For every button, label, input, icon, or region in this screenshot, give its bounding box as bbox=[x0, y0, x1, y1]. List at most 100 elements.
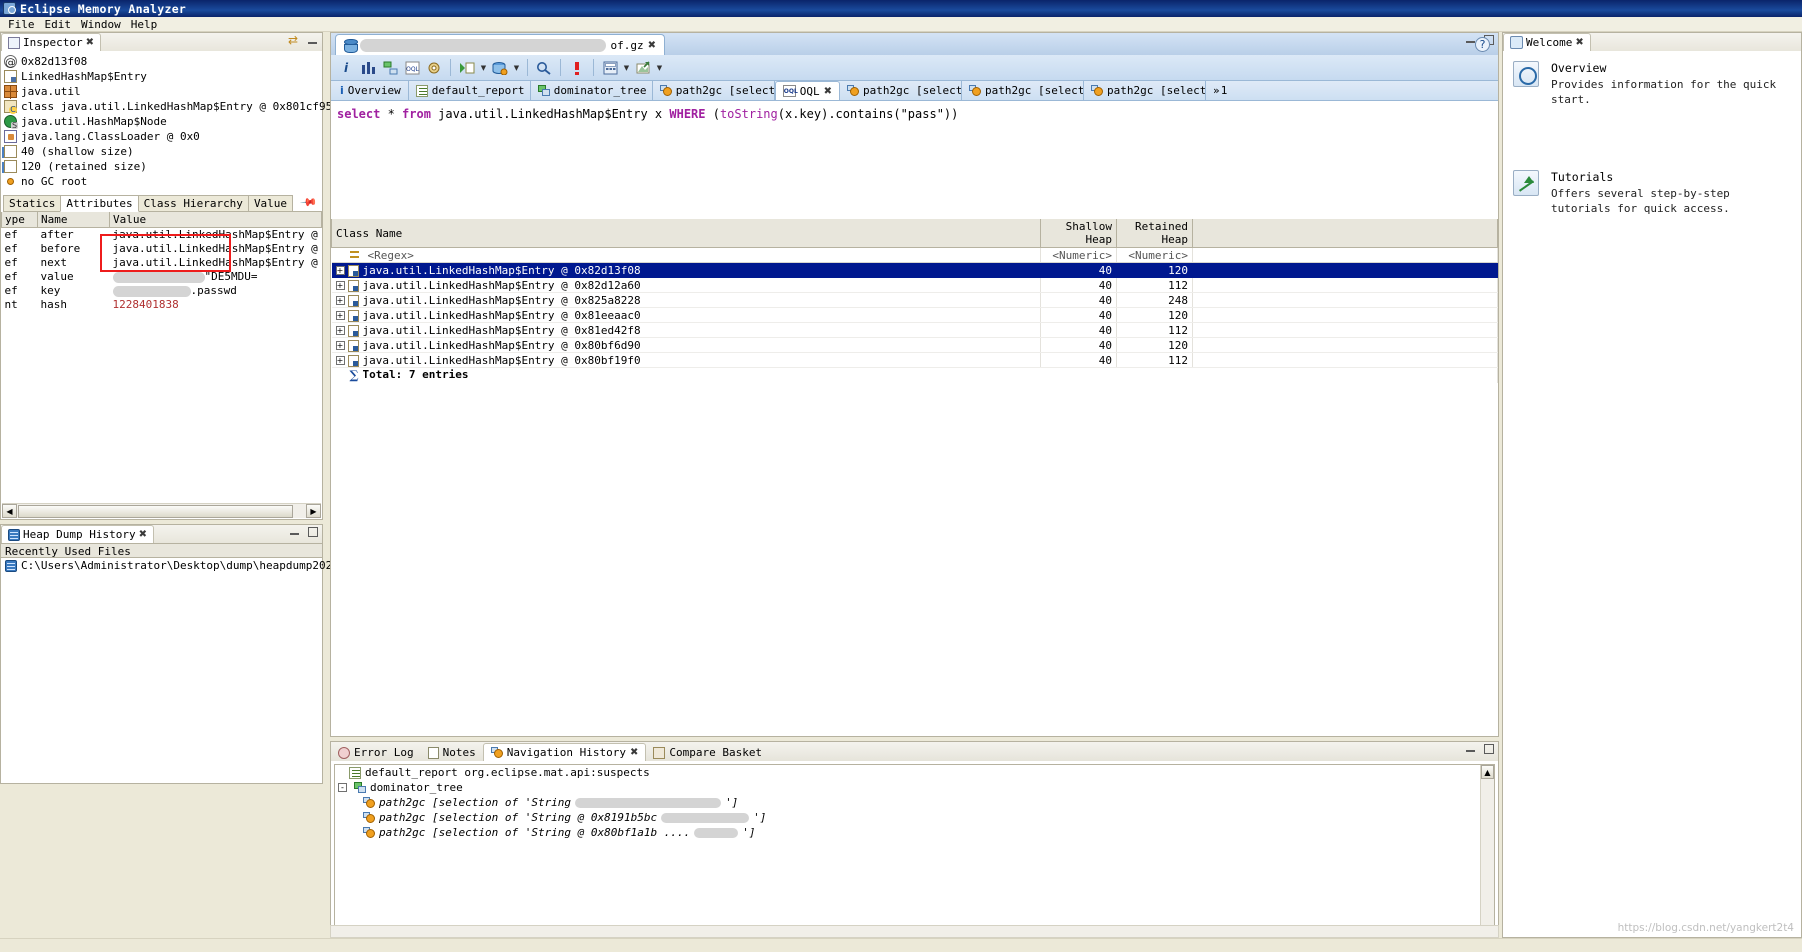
welcome-tab[interactable]: Welcome ✖ bbox=[1503, 33, 1591, 51]
tab-overflow[interactable]: » 1 bbox=[1206, 81, 1234, 100]
tree-item[interactable]: - dominator_tree bbox=[335, 780, 1494, 795]
leak-suspects-icon[interactable] bbox=[424, 58, 444, 78]
menu-window[interactable]: Window bbox=[79, 18, 129, 31]
help-icon[interactable]: ? bbox=[1475, 37, 1490, 52]
editor-tab[interactable]: of.gz ✖ bbox=[335, 34, 665, 55]
filter-retained[interactable]: <Numeric> bbox=[1116, 247, 1193, 263]
column-header-shallow-heap[interactable]: Shallow Heap bbox=[1040, 219, 1117, 248]
table-row[interactable]: nt hash 1228401838 bbox=[2, 298, 322, 312]
column-header-class-name[interactable]: Class Name bbox=[331, 219, 1041, 248]
histogram-icon[interactable] bbox=[358, 58, 378, 78]
list-item[interactable]: java.util.HashMap$Node bbox=[4, 114, 322, 129]
close-icon[interactable]: ✖ bbox=[824, 86, 832, 97]
maximize-icon[interactable] bbox=[308, 527, 318, 537]
chevron-down-icon[interactable]: ▼ bbox=[622, 64, 631, 72]
tab-navigation-history[interactable]: Navigation History ✖ bbox=[482, 743, 647, 761]
welcome-item-tutorials[interactable]: Tutorials Offers several step-by-step tu… bbox=[1503, 108, 1801, 217]
tab-oql[interactable]: OQL OQL ✖ bbox=[774, 81, 841, 100]
close-icon[interactable]: ✖ bbox=[86, 37, 94, 48]
filter-class-name[interactable]: <Regex> bbox=[331, 247, 1041, 263]
table-row[interactable]: ef key .passwd bbox=[2, 284, 322, 298]
error-icon[interactable] bbox=[567, 58, 587, 78]
tab-statics[interactable]: Statics bbox=[3, 195, 62, 211]
inspector-hscrollbar[interactable]: ◀ ▶ bbox=[2, 503, 321, 518]
filter-shallow[interactable]: <Numeric> bbox=[1040, 247, 1117, 263]
tree-item[interactable]: default_report org.eclipse.mat.api:suspe… bbox=[335, 765, 1494, 780]
tab-value[interactable]: Value bbox=[247, 195, 294, 211]
editor-bottom-scrollbar[interactable] bbox=[330, 925, 1499, 938]
chevron-down-icon[interactable]: ▼ bbox=[512, 64, 521, 72]
tab-path2gc-3[interactable]: path2gc [selecti... bbox=[962, 81, 1085, 100]
minimize-icon[interactable] bbox=[308, 36, 318, 46]
table-row[interactable]: + java.util.LinkedHashMap$Entry @ 0x80bf6… bbox=[331, 337, 1498, 353]
scroll-right-icon[interactable]: ▶ bbox=[306, 504, 321, 518]
expand-icon[interactable]: + bbox=[335, 281, 345, 290]
table-row[interactable]: ef after java.util.LinkedHashMap$Entry @… bbox=[2, 228, 322, 242]
chevron-down-icon[interactable]: ▼ bbox=[655, 64, 664, 72]
table-row[interactable]: + java.util.LinkedHashMap$Entry @ 0x81ed4… bbox=[331, 322, 1498, 338]
list-item[interactable]: @ 0x82d13f08 bbox=[4, 54, 322, 69]
tree-item[interactable]: path2gc [selection of 'String @ 0x80bf1a… bbox=[335, 825, 1494, 840]
expand-icon[interactable]: + bbox=[335, 296, 345, 305]
list-item[interactable]: class java.util.LinkedHashMap$Entry @ 0x… bbox=[4, 99, 339, 114]
tab-error-log[interactable]: Error Log bbox=[331, 744, 421, 761]
list-item[interactable]: LinkedHashMap$Entry bbox=[4, 69, 322, 84]
column-header-name[interactable]: Name bbox=[37, 212, 110, 228]
table-row[interactable]: + java.util.LinkedHashMap$Entry @ 0x80bf1… bbox=[331, 352, 1498, 368]
column-header-retained-heap[interactable]: Retained Heap bbox=[1116, 219, 1193, 248]
column-header-type[interactable]: ype bbox=[1, 212, 38, 228]
tree-item[interactable]: path2gc [selection of 'String @ 0x8191b5… bbox=[335, 810, 1494, 825]
list-item[interactable]: java.lang.ClassLoader @ 0x0 bbox=[4, 129, 322, 144]
maximize-icon[interactable] bbox=[1484, 744, 1494, 754]
close-icon[interactable]: ✖ bbox=[630, 747, 638, 758]
tab-path2gc-2[interactable]: path2gc [selecti... bbox=[840, 81, 963, 100]
table-row[interactable]: + java.util.LinkedHashMap$Entry @ 0x82d13… bbox=[331, 262, 1498, 278]
table-row[interactable]: + java.util.LinkedHashMap$Entry @ 0x81eea… bbox=[331, 307, 1498, 323]
oql-icon[interactable]: OQL bbox=[402, 58, 422, 78]
table-row[interactable]: ef next java.util.LinkedHashMap$Entry @ … bbox=[2, 256, 322, 270]
chevron-down-icon[interactable]: ▼ bbox=[479, 64, 488, 72]
dominator-tree-icon[interactable] bbox=[380, 58, 400, 78]
calculator-icon[interactable] bbox=[600, 58, 620, 78]
table-row[interactable]: + java.util.LinkedHashMap$Entry @ 0x825a8… bbox=[331, 292, 1498, 308]
menu-file[interactable]: File bbox=[6, 18, 43, 31]
scroll-up-icon[interactable]: ▲ bbox=[1481, 765, 1494, 779]
filter-row[interactable]: <Regex> <Numeric> <Numeric> bbox=[331, 247, 1498, 263]
table-row[interactable]: ef before java.util.LinkedHashMap$Entry … bbox=[2, 242, 322, 256]
overview-icon[interactable]: i bbox=[336, 58, 356, 78]
scroll-thumb[interactable] bbox=[18, 504, 293, 518]
tab-path2gc-1[interactable]: path2gc [selecti... bbox=[653, 81, 775, 100]
navigation-history-vscrollbar[interactable]: ▲ bbox=[1480, 765, 1494, 933]
expand-icon[interactable]: + bbox=[335, 311, 345, 320]
menu-edit[interactable]: Edit bbox=[43, 18, 80, 31]
scroll-left-icon[interactable]: ◀ bbox=[2, 504, 17, 518]
close-icon[interactable]: ✖ bbox=[648, 40, 656, 51]
close-icon[interactable]: ✖ bbox=[139, 529, 147, 540]
welcome-item-overview[interactable]: Overview Provides information for the qu… bbox=[1503, 51, 1801, 108]
tab-default-report[interactable]: default_report o... bbox=[409, 81, 531, 100]
tab-compare-basket[interactable]: Compare Basket bbox=[646, 744, 769, 761]
list-item[interactable]: C:\Users\Administrator\Desktop\dump\heap… bbox=[1, 558, 405, 573]
expand-icon[interactable]: + bbox=[335, 356, 345, 365]
expand-icon[interactable]: + bbox=[335, 266, 345, 275]
tab-path2gc-4[interactable]: path2gc [selecti... bbox=[1084, 81, 1207, 100]
tab-overview[interactable]: i Overview bbox=[333, 81, 409, 100]
run-query-icon[interactable] bbox=[457, 58, 477, 78]
pin-icon[interactable]: 📌 bbox=[300, 193, 319, 212]
table-row[interactable]: + java.util.LinkedHashMap$Entry @ 0x82d12… bbox=[331, 277, 1498, 293]
tab-notes[interactable]: Notes bbox=[421, 744, 483, 761]
expand-icon[interactable]: + bbox=[335, 341, 345, 350]
menu-help[interactable]: Help bbox=[129, 18, 166, 31]
tree-item[interactable]: path2gc [selection of 'String '] bbox=[335, 795, 1494, 810]
search-icon[interactable] bbox=[534, 58, 554, 78]
heap-history-tab[interactable]: Heap Dump History ✖ bbox=[1, 525, 154, 543]
table-row[interactable]: ef value "DE5MDU= bbox=[2, 270, 322, 284]
minimize-icon[interactable] bbox=[1466, 744, 1476, 754]
tab-class-hierarchy[interactable]: Class Hierarchy bbox=[137, 195, 249, 211]
list-item[interactable]: java.util bbox=[4, 84, 322, 99]
export-icon[interactable] bbox=[633, 58, 653, 78]
tab-attributes[interactable]: Attributes bbox=[60, 195, 139, 212]
expand-icon[interactable]: + bbox=[335, 326, 345, 335]
column-header-value[interactable]: Value bbox=[109, 212, 322, 228]
tab-dominator-tree[interactable]: dominator_tree bbox=[531, 81, 653, 100]
